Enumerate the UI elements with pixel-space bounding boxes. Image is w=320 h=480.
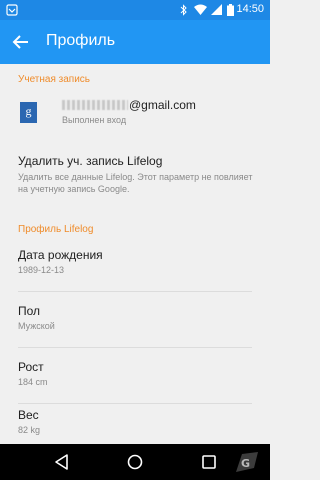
item-label: Рост [18, 360, 44, 374]
email-domain: @gmail.com [129, 98, 196, 112]
item-value: 1989-12-13 [18, 265, 65, 275]
status-time: 14:50 [236, 3, 264, 15]
profile-section-header: Профиль Lifelog [18, 224, 94, 235]
back-nav-icon[interactable] [53, 453, 71, 471]
profile-item-weight[interactable]: Вес 82 kg [0, 400, 270, 444]
account-email: @gmail.com [62, 98, 196, 112]
divider [18, 347, 252, 348]
profile-item-birthdate[interactable]: Дата рождения 1989-12-13 [0, 240, 270, 290]
page-title: Профиль [46, 32, 116, 49]
recents-nav-icon[interactable] [200, 453, 218, 471]
profile-item-height[interactable]: Рост 184 cm [0, 352, 270, 402]
google-icon: g [20, 102, 37, 123]
wifi-icon [194, 4, 207, 15]
item-label: Дата рождения [18, 248, 103, 262]
item-label: Вес [18, 408, 39, 422]
svg-text:G: G [241, 457, 250, 470]
status-bar: 14:50 [0, 0, 270, 20]
bluetooth-icon [180, 4, 187, 16]
item-value: 82 kg [18, 425, 41, 435]
account-status: Выполнен вход [62, 115, 127, 125]
settings-list[interactable]: Учетная запись g @gmail.com Выполнен вхо… [0, 64, 270, 444]
watermark-logo-icon: G [236, 452, 258, 472]
notification-icon [6, 4, 18, 16]
item-label: Пол [18, 304, 41, 318]
item-value: Мужской [18, 321, 55, 331]
arrow-back-icon[interactable] [10, 31, 32, 53]
battery-icon [227, 4, 234, 16]
navigation-bar: G [0, 444, 270, 480]
google-icon-letter: g [25, 104, 32, 118]
delete-account-button[interactable]: Удалить уч. запись Lifelog Удалить все д… [0, 152, 270, 202]
account-row[interactable]: g @gmail.com Выполнен вход [0, 92, 270, 142]
email-redaction [62, 100, 128, 110]
account-section-header: Учетная запись [18, 74, 91, 85]
item-value: 184 cm [18, 377, 48, 387]
signal-icon [211, 4, 222, 15]
delete-account-title: Удалить уч. запись Lifelog [18, 154, 163, 168]
delete-account-description: Удалить все данные Lifelog. Этот парамет… [18, 172, 253, 194]
app-bar: Профиль [0, 20, 270, 64]
home-nav-icon[interactable] [126, 453, 144, 471]
divider [18, 291, 252, 292]
profile-item-gender[interactable]: Пол Мужской [0, 296, 270, 346]
